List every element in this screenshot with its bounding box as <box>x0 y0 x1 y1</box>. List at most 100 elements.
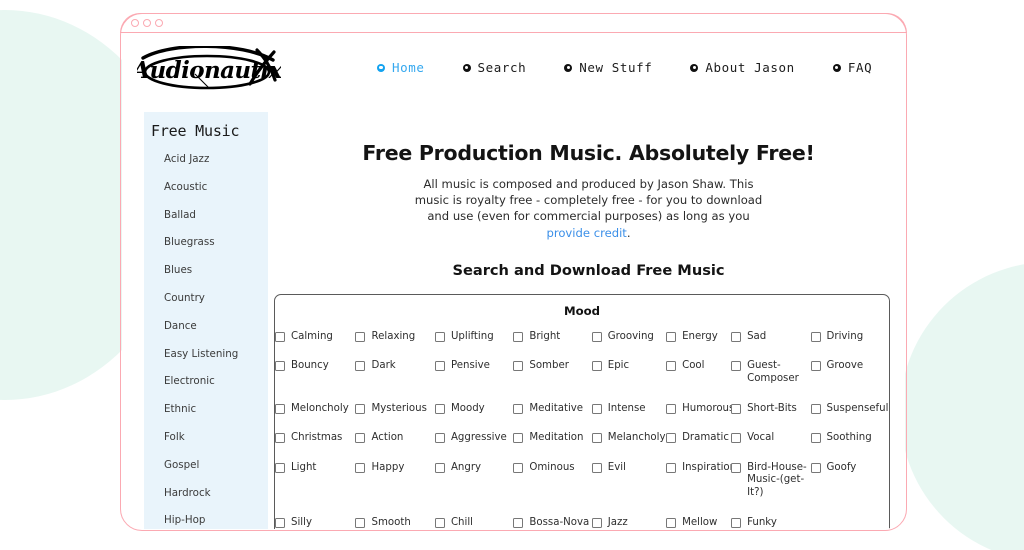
checkbox-icon[interactable] <box>810 361 821 372</box>
mood-option[interactable]: Aggressive <box>434 432 513 445</box>
mood-option[interactable]: Epic <box>591 360 666 373</box>
mood-cell[interactable]: Action <box>355 432 434 462</box>
checkbox-icon[interactable] <box>513 331 524 342</box>
checkbox-icon[interactable] <box>275 331 285 342</box>
genre-item[interactable]: Hardrock <box>144 486 268 514</box>
mood-cell[interactable]: Soothing <box>810 432 889 462</box>
checkbox-icon[interactable] <box>434 517 445 528</box>
genre-item[interactable]: Hip-Hop <box>144 513 268 529</box>
mood-option[interactable]: Dark <box>355 360 434 373</box>
mood-option[interactable]: Driving <box>810 331 889 344</box>
mood-cell[interactable]: Meditation <box>513 432 591 462</box>
mood-option[interactable]: Calming <box>275 331 355 344</box>
checkbox-icon[interactable] <box>666 361 677 372</box>
mood-option[interactable]: Goofy <box>810 462 889 475</box>
checkbox-icon[interactable] <box>513 517 524 528</box>
mood-cell[interactable]: Meloncholy <box>275 403 355 433</box>
checkbox-icon[interactable] <box>275 403 285 414</box>
mood-option[interactable]: Christmas <box>275 432 355 445</box>
mood-cell[interactable]: Epic <box>591 360 666 402</box>
mood-cell[interactable]: Relaxing <box>355 331 434 361</box>
mood-option[interactable]: Smooth <box>355 517 434 529</box>
mood-option[interactable]: Humorous <box>666 403 734 416</box>
mood-option[interactable]: Short-Bits <box>731 403 810 416</box>
mood-option[interactable]: Silly <box>275 517 355 529</box>
mood-cell[interactable]: Happy <box>355 462 434 517</box>
checkbox-icon[interactable] <box>666 403 677 414</box>
mood-cell[interactable]: Calming <box>275 331 355 361</box>
mood-option[interactable]: Moody <box>434 403 513 416</box>
mood-cell[interactable]: Bright <box>513 331 591 361</box>
mood-cell[interactable]: Short-Bits <box>731 403 810 433</box>
mood-cell[interactable]: Silly <box>275 517 355 529</box>
checkbox-icon[interactable] <box>513 361 524 372</box>
checkbox-icon[interactable] <box>355 462 366 473</box>
mood-cell[interactable]: Funky <box>731 517 810 529</box>
mood-option[interactable]: Funky <box>731 517 810 529</box>
genre-item[interactable]: Ballad <box>144 208 268 236</box>
mood-cell[interactable]: Suspenseful <box>810 403 889 433</box>
checkbox-icon[interactable] <box>275 517 285 528</box>
mood-cell[interactable]: Ominous <box>513 462 591 517</box>
mood-option[interactable]: Mysterious <box>355 403 434 416</box>
nav-item-about-jason[interactable]: About Jason <box>690 60 794 75</box>
checkbox-icon[interactable] <box>434 462 445 473</box>
mood-cell[interactable]: Meditative <box>513 403 591 433</box>
checkbox-icon[interactable] <box>731 331 742 342</box>
mood-cell[interactable]: Inspiration <box>666 462 736 517</box>
genre-item[interactable]: Gospel <box>144 458 268 486</box>
checkbox-icon[interactable] <box>666 331 677 342</box>
main-navigation[interactable]: Home Search New Stuff About Jason FAQ <box>377 60 872 75</box>
genre-item[interactable]: Acid Jazz <box>144 152 268 180</box>
mood-cell[interactable]: Uplifting <box>434 331 513 361</box>
mood-cell[interactable]: Dramatic <box>666 432 731 462</box>
audionautix-logo[interactable]: Audionautix <box>137 46 281 94</box>
mood-option[interactable]: Guest-Composer <box>731 360 810 385</box>
mood-cell[interactable]: Smooth <box>355 517 434 529</box>
mood-option[interactable]: Uplifting <box>434 331 513 344</box>
genre-item[interactable]: Acoustic <box>144 180 268 208</box>
nav-item-home[interactable]: Home <box>377 60 425 75</box>
mood-cell[interactable]: Jazz <box>591 517 666 529</box>
checkbox-icon[interactable] <box>731 462 742 473</box>
mood-option[interactable]: Happy <box>355 462 434 475</box>
checkbox-icon[interactable] <box>591 361 602 372</box>
close-dot-icon[interactable] <box>131 19 139 27</box>
mood-option[interactable]: Intense <box>591 403 666 416</box>
checkbox-icon[interactable] <box>591 403 602 414</box>
mood-option[interactable]: Jazz <box>591 517 666 529</box>
mood-option[interactable]: Dramatic <box>666 432 731 445</box>
mood-cell[interactable]: Bouncy <box>275 360 355 402</box>
mood-checkbox-grid[interactable]: Calming Relaxing Uplifting Bright Grooving En… <box>275 331 889 529</box>
mood-option[interactable]: Vocal <box>731 432 810 445</box>
mood-cell[interactable]: Light <box>275 462 355 517</box>
mood-option[interactable]: Meditation <box>513 432 591 445</box>
mood-cell[interactable]: Christmas <box>275 432 355 462</box>
checkbox-icon[interactable] <box>731 361 742 372</box>
checkbox-icon[interactable] <box>591 331 602 342</box>
checkbox-icon[interactable] <box>434 361 445 372</box>
mood-cell[interactable]: Cool <box>666 360 731 402</box>
checkbox-icon[interactable] <box>513 462 524 473</box>
checkbox-icon[interactable] <box>591 433 602 444</box>
checkbox-icon[interactable] <box>810 462 821 473</box>
genre-item[interactable]: Dance <box>144 319 268 347</box>
mood-cell[interactable]: Guest-Composer <box>731 360 810 402</box>
mood-option[interactable]: Somber <box>513 360 591 373</box>
mood-option[interactable]: Angry <box>434 462 513 475</box>
mood-option[interactable]: Sad <box>731 331 810 344</box>
mood-cell[interactable]: Vocal <box>731 432 810 462</box>
nav-item-new-stuff[interactable]: New Stuff <box>564 60 652 75</box>
mood-cell[interactable]: Evil <box>591 462 666 517</box>
genre-item[interactable]: Blues <box>144 263 268 291</box>
mood-option[interactable]: Energy <box>666 331 731 344</box>
checkbox-icon[interactable] <box>275 433 285 444</box>
mood-option[interactable]: Light <box>275 462 355 475</box>
checkbox-icon[interactable] <box>513 403 524 414</box>
mood-cell[interactable]: Pensive <box>434 360 513 402</box>
mood-option[interactable]: Relaxing <box>355 331 434 344</box>
checkbox-icon[interactable] <box>666 517 677 528</box>
mood-cell[interactable]: Groove <box>810 360 889 402</box>
genre-list[interactable]: Acid Jazz Acoustic Ballad Bluegrass Blues Cou… <box>144 152 268 529</box>
mood-cell[interactable]: Chill <box>434 517 513 529</box>
